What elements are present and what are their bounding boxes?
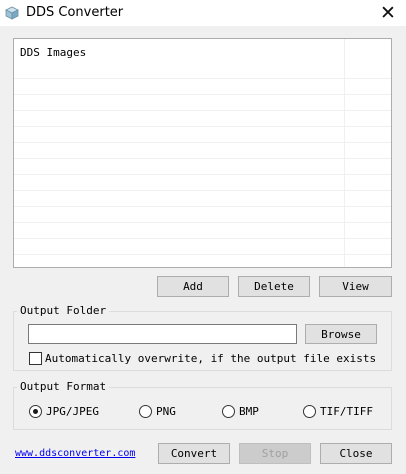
dds-images-list[interactable]: DDS Images [13,38,392,268]
overwrite-checkbox[interactable] [29,352,42,365]
output-folder-label: Output Folder [17,304,110,317]
title-bar: DDS Converter ✕ [0,0,406,26]
list-rows-area [14,63,391,267]
radio-jpg-label: JPG/JPEG [46,405,99,418]
radio-selected-dot [33,409,38,414]
window-close-button[interactable]: ✕ [370,0,406,26]
list-column-header: DDS Images [20,46,87,59]
radio-tif-label: TIF/TIFF [320,405,373,418]
app-window: DDS Converter ✕ DDS Images Add Delete Vi… [0,0,406,474]
close-button[interactable]: Close [320,443,392,464]
delete-button[interactable]: Delete [238,276,310,297]
output-format-label: Output Format [17,380,110,393]
radio-tif[interactable] [303,405,316,418]
close-icon: ✕ [380,2,396,24]
overwrite-label: Automatically overwrite, if the output f… [45,352,377,365]
stop-button[interactable]: Stop [239,443,311,464]
radio-png-label: PNG [156,405,176,418]
output-folder-input[interactable] [28,324,297,344]
radio-bmp-label: BMP [239,405,259,418]
radio-jpg[interactable] [29,405,42,418]
browse-button[interactable]: Browse [305,324,377,344]
convert-button[interactable]: Convert [158,443,230,464]
website-link[interactable]: www.ddsconverter.com [15,448,135,460]
radio-bmp[interactable] [222,405,235,418]
radio-png[interactable] [139,405,152,418]
window-title: DDS Converter [26,5,124,20]
add-button[interactable]: Add [157,276,229,297]
view-button[interactable]: View [319,276,392,297]
cube-app-icon [5,6,19,20]
